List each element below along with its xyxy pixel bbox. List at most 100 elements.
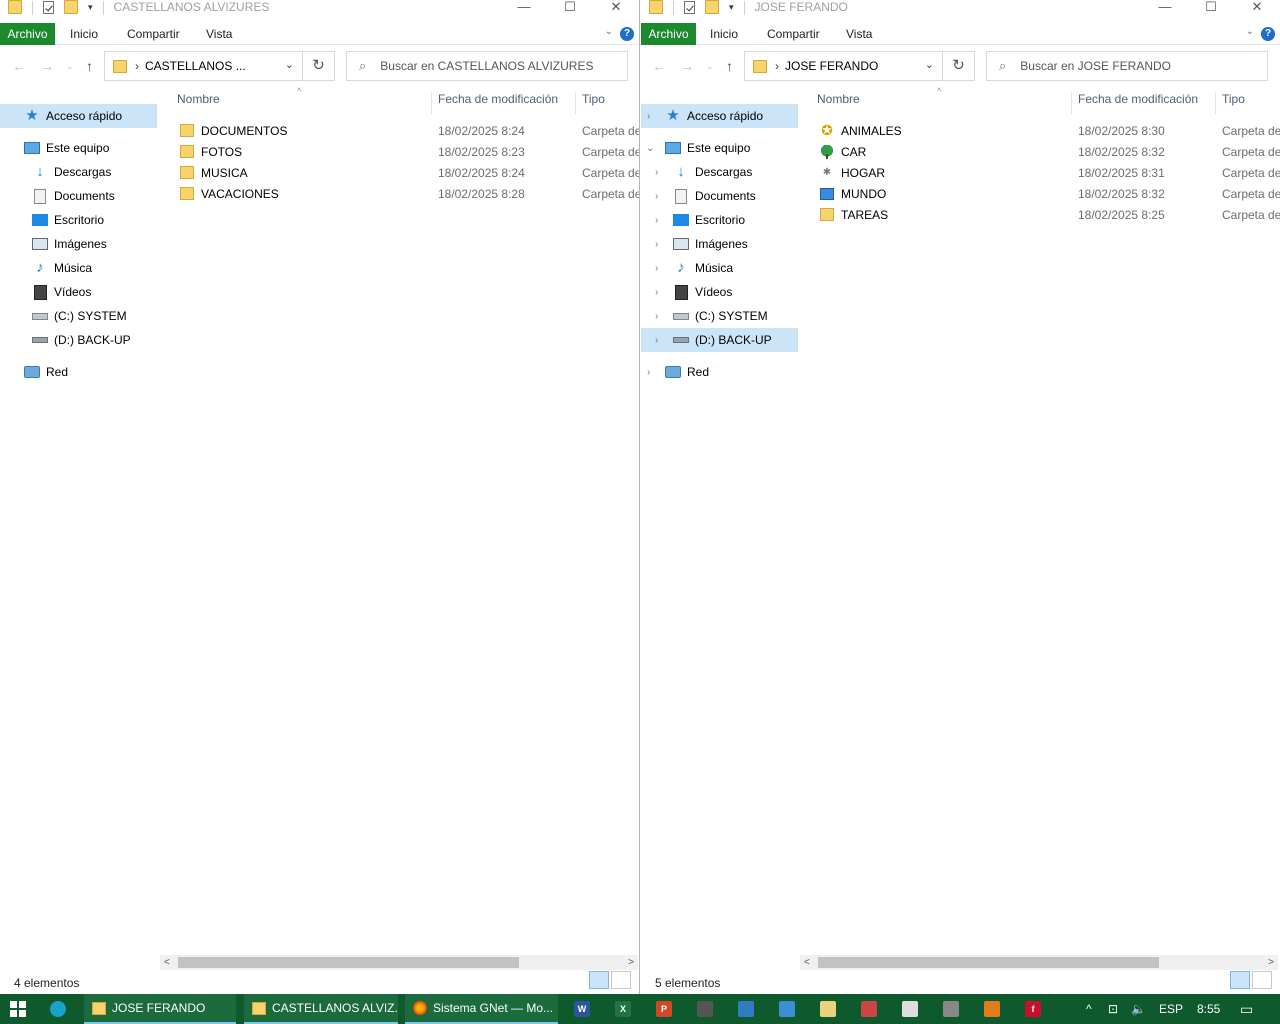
refresh-button[interactable]: ↻ bbox=[943, 51, 975, 81]
chevron-right-icon[interactable]: › bbox=[655, 335, 658, 346]
word-icon[interactable]: W bbox=[574, 1001, 590, 1017]
search-box[interactable]: ⌕ bbox=[346, 51, 628, 81]
nav-documents[interactable]: Documents bbox=[0, 184, 157, 208]
address-path[interactable]: CASTELLANOS ... bbox=[145, 59, 246, 73]
nav-this-pc[interactable]: ⌄ Este equipo bbox=[641, 136, 798, 160]
close-button[interactable]: ✕ bbox=[593, 0, 639, 16]
customize-toolbar-icon[interactable]: ▾ bbox=[729, 2, 734, 13]
back-arrow-icon[interactable]: ← bbox=[12, 58, 26, 74]
details-view-button[interactable] bbox=[589, 971, 609, 989]
scroll-right-icon[interactable]: > bbox=[628, 955, 634, 970]
customize-toolbar-icon[interactable]: ▾ bbox=[88, 2, 93, 13]
up-arrow-icon[interactable]: ↑ bbox=[726, 58, 733, 74]
nav-music[interactable]: ♪ Música bbox=[0, 256, 157, 280]
nav-downloads[interactable]: ↓ Descargas bbox=[0, 160, 157, 184]
nav-documents[interactable]: › Documents bbox=[641, 184, 798, 208]
app-icon[interactable] bbox=[779, 1001, 795, 1017]
tab-file[interactable]: Archivo bbox=[641, 23, 696, 45]
search-input[interactable] bbox=[380, 59, 611, 73]
nav-videos[interactable]: › Vídeos bbox=[641, 280, 798, 304]
scrollbar-thumb[interactable] bbox=[818, 957, 1159, 968]
column-divider[interactable] bbox=[1215, 92, 1216, 114]
edge-browser-icon[interactable] bbox=[50, 1001, 66, 1017]
app-icon[interactable]: f bbox=[1025, 1001, 1041, 1017]
app-icon[interactable] bbox=[861, 1001, 877, 1017]
tab-home[interactable]: Inicio bbox=[70, 23, 98, 45]
address-bar[interactable]: › JOSE FERANDO ⌄ bbox=[744, 51, 943, 81]
maximize-button[interactable]: ☐ bbox=[1188, 0, 1234, 16]
chevron-right-icon[interactable]: › bbox=[647, 111, 650, 122]
chevron-right-icon[interactable]: › bbox=[655, 239, 658, 250]
chevron-right-icon[interactable]: › bbox=[655, 263, 658, 274]
chevron-right-icon[interactable]: › bbox=[655, 311, 658, 322]
up-arrow-icon[interactable]: ↑ bbox=[86, 58, 93, 74]
taskbar-item-jose-ferando[interactable]: JOSE FERANDO bbox=[84, 994, 236, 1024]
recent-locations-icon[interactable]: ⌄ bbox=[706, 61, 714, 72]
nav-pictures[interactable]: Imágenes bbox=[0, 232, 157, 256]
properties-icon[interactable] bbox=[43, 0, 54, 14]
tab-view[interactable]: Vista bbox=[846, 23, 872, 45]
app-icon[interactable] bbox=[902, 1001, 918, 1017]
new-folder-icon[interactable] bbox=[64, 0, 78, 14]
clock[interactable]: 8:55 bbox=[1197, 994, 1220, 1024]
column-header-name[interactable]: Nombre bbox=[817, 92, 860, 112]
title-bar[interactable]: ▾ CASTELLANOS ALVIZURES — ☐ ✕ bbox=[0, 0, 639, 16]
volume-icon[interactable]: 🔈 bbox=[1131, 994, 1146, 1024]
nav-drive-c[interactable]: › (C:) SYSTEM bbox=[641, 304, 798, 328]
help-icon[interactable]: ? bbox=[620, 27, 634, 41]
refresh-button[interactable]: ↻ bbox=[303, 51, 335, 81]
search-box[interactable]: ⌕ bbox=[986, 51, 1268, 81]
tab-home[interactable]: Inicio bbox=[710, 23, 738, 45]
chevron-down-icon[interactable]: ⌄ bbox=[646, 143, 654, 154]
chevron-right-icon[interactable]: › bbox=[655, 167, 658, 178]
address-bar[interactable]: › CASTELLANOS ... ⌄ bbox=[104, 51, 303, 81]
app-icon[interactable] bbox=[697, 1001, 713, 1017]
maximize-button[interactable]: ☐ bbox=[547, 0, 593, 16]
scroll-right-icon[interactable]: > bbox=[1268, 955, 1274, 970]
forward-arrow-icon[interactable]: → bbox=[40, 58, 54, 74]
taskbar-item-castellanos[interactable]: CASTELLANOS ALVIZ... bbox=[244, 994, 398, 1024]
nav-network[interactable]: › Red bbox=[641, 360, 798, 384]
title-bar[interactable]: ▾ JOSE FERANDO — ☐ ✕ bbox=[641, 0, 1280, 16]
app-icon[interactable] bbox=[738, 1001, 754, 1017]
details-view-button[interactable] bbox=[1230, 971, 1250, 989]
chevron-right-icon[interactable]: › bbox=[655, 287, 658, 298]
file-row[interactable]: DOCUMENTOS 18/02/2025 8:24 Carpeta de bbox=[180, 120, 639, 141]
chevron-right-icon[interactable]: › bbox=[655, 191, 658, 202]
nav-videos[interactable]: Vídeos bbox=[0, 280, 157, 304]
expand-ribbon-icon[interactable]: ⌄ bbox=[1246, 26, 1254, 37]
column-header-name[interactable]: Nombre bbox=[177, 92, 220, 112]
breadcrumb-chevron-icon[interactable]: › bbox=[135, 59, 139, 73]
file-row[interactable]: MUNDO 18/02/2025 8:32 Carpeta de bbox=[820, 183, 1280, 204]
tab-view[interactable]: Vista bbox=[206, 23, 232, 45]
search-input[interactable] bbox=[1020, 59, 1251, 73]
chevron-right-icon[interactable]: › bbox=[647, 367, 650, 378]
file-row[interactable]: MUSICA 18/02/2025 8:24 Carpeta de bbox=[180, 162, 639, 183]
app-icon[interactable] bbox=[984, 1001, 1000, 1017]
new-folder-icon[interactable] bbox=[705, 0, 719, 14]
file-row[interactable]: ✱ HOGAR 18/02/2025 8:31 Carpeta de bbox=[820, 162, 1280, 183]
recent-locations-icon[interactable]: ⌄ bbox=[66, 61, 74, 72]
close-button[interactable]: ✕ bbox=[1234, 0, 1280, 16]
tab-file[interactable]: Archivo bbox=[0, 23, 55, 45]
app-icon[interactable] bbox=[943, 1001, 959, 1017]
column-divider[interactable] bbox=[431, 92, 432, 114]
chevron-down-icon[interactable]: ⌄ bbox=[925, 58, 934, 71]
back-arrow-icon[interactable]: ← bbox=[652, 58, 666, 74]
show-hidden-icons[interactable]: ^ bbox=[1086, 994, 1092, 1024]
file-row[interactable]: VACACIONES 18/02/2025 8:28 Carpeta de bbox=[180, 183, 639, 204]
column-divider[interactable] bbox=[1071, 92, 1072, 114]
address-path[interactable]: JOSE FERANDO bbox=[785, 59, 878, 73]
nav-drive-d[interactable]: › (D:) BACK-UP bbox=[641, 328, 798, 352]
nav-drive-d[interactable]: (D:) BACK-UP bbox=[0, 328, 157, 352]
file-row[interactable]: ✪ ANIMALES 18/02/2025 8:30 Carpeta de bbox=[820, 120, 1280, 141]
tab-share[interactable]: Compartir bbox=[767, 23, 820, 45]
notifications-icon[interactable]: ▭ bbox=[1240, 994, 1253, 1024]
minimize-button[interactable]: — bbox=[1142, 0, 1188, 16]
forward-arrow-icon[interactable]: → bbox=[680, 58, 694, 74]
horizontal-scrollbar[interactable]: < > bbox=[160, 955, 638, 970]
nav-music[interactable]: › ♪ Música bbox=[641, 256, 798, 280]
notepad-icon[interactable] bbox=[820, 1001, 836, 1017]
column-header-date[interactable]: Fecha de modificación bbox=[1078, 92, 1198, 112]
nav-network[interactable]: Red bbox=[0, 360, 157, 384]
